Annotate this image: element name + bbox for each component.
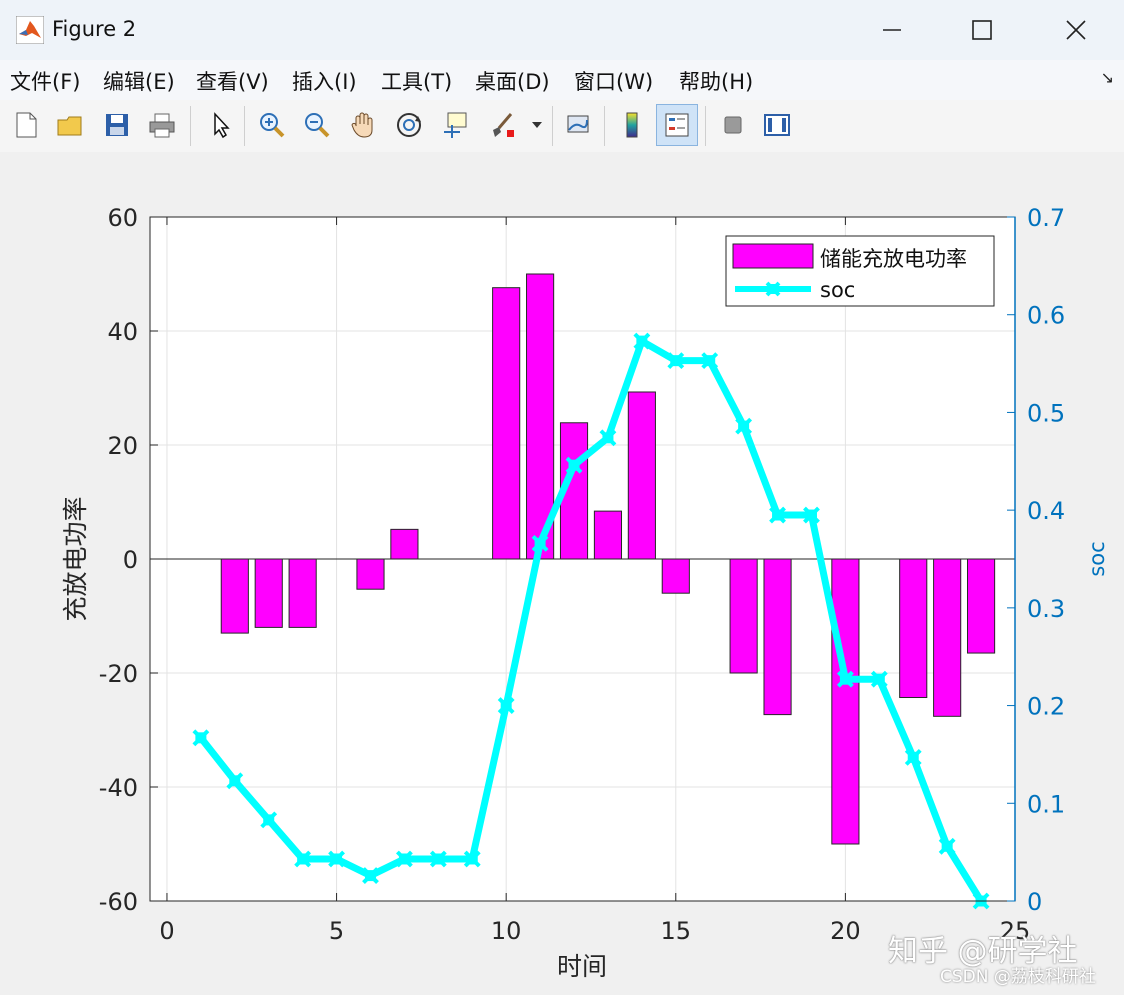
y-tick-right-label: 0 — [1027, 888, 1042, 916]
y-tick-right-label: 0.7 — [1027, 204, 1065, 232]
soc-point — [192, 729, 210, 747]
x-axis-label: 时间 — [557, 952, 607, 981]
bar — [288, 558, 317, 628]
marker-square — [398, 853, 410, 865]
bar — [729, 558, 758, 674]
marker-square — [738, 420, 750, 432]
marker-square — [195, 732, 207, 744]
legend[interactable]: 储能充放电功率 soc — [725, 235, 995, 307]
soc-point — [531, 534, 549, 552]
soc-point — [701, 352, 719, 370]
y-tick-right-label: 0.4 — [1027, 497, 1065, 525]
bar — [627, 391, 656, 560]
marker-square — [704, 355, 716, 367]
marker-square — [432, 853, 444, 865]
marker-square — [263, 814, 275, 826]
y-tick-left-label: -60 — [99, 888, 138, 916]
marker-square — [873, 673, 885, 685]
chart[interactable]: 0 5 10 15 20 25 -60-40-200204060 00.10.20.30.… — [0, 0, 1124, 995]
y-tick-right-label: 0.2 — [1027, 693, 1065, 721]
x-tick-label: 0 — [159, 917, 174, 945]
soc-point — [260, 811, 278, 829]
soc-point — [565, 456, 583, 474]
marker-square — [602, 432, 614, 444]
soc-point — [769, 506, 786, 524]
y-axis-left-label: 充放电功率 — [61, 496, 90, 621]
marker-square — [297, 853, 309, 865]
soc-point — [667, 352, 685, 370]
soc-point — [870, 670, 888, 688]
x-tick-label: 20 — [830, 917, 861, 945]
marker-square — [941, 840, 953, 852]
watermark-csdn: CSDN @荔枝科研社 — [940, 967, 1096, 987]
soc-point — [735, 417, 753, 435]
bar — [831, 558, 860, 845]
y-tick-left-label: -20 — [99, 660, 138, 688]
marker-square — [500, 700, 512, 712]
soc-point — [362, 867, 379, 885]
soc-point — [803, 506, 820, 524]
y-tick-right-label: 0.5 — [1027, 399, 1065, 427]
soc-point — [497, 697, 515, 714]
soc-point — [836, 670, 854, 688]
bar — [492, 287, 521, 560]
bar — [899, 558, 928, 699]
bar — [356, 558, 385, 590]
y-tick-left-label: 60 — [107, 204, 138, 232]
soc-point — [294, 850, 312, 868]
soc-point — [328, 850, 345, 868]
marker-square — [229, 775, 241, 787]
legend-bar-label: 储能充放电功率 — [820, 247, 967, 271]
soc-point — [429, 850, 447, 868]
soc-point — [226, 772, 244, 790]
x-tick-label: 10 — [491, 917, 522, 945]
bar — [933, 558, 962, 717]
bar — [661, 558, 690, 594]
y-tick-left-label: 0 — [123, 546, 138, 574]
marker-square — [839, 673, 851, 685]
bar — [254, 558, 283, 628]
soc-point — [463, 850, 481, 868]
bar — [390, 528, 419, 560]
y-tick-left-label: 40 — [107, 318, 138, 346]
marker-square — [636, 335, 648, 347]
legend-line-marker — [765, 281, 781, 297]
soc-point — [395, 850, 413, 868]
marker-square — [772, 509, 784, 521]
y-axis-left: -60 -40 -20 0 20 40 60 — [99, 204, 158, 916]
marker-square — [907, 751, 919, 763]
marker-square — [466, 853, 478, 865]
marker-square — [805, 509, 817, 521]
y-tick-right-label: 0.1 — [1027, 790, 1065, 818]
y-tick-left-label: -40 — [99, 774, 138, 802]
y-axis-right: 0 0.1 0.2 0.3 0.4 0.5 0.6 0.7 — [1007, 204, 1065, 916]
marker-square — [568, 459, 580, 471]
y-tick-right-label: 0.6 — [1027, 302, 1065, 330]
bar — [967, 558, 996, 654]
y-tick-right-label: 0.3 — [1027, 595, 1065, 623]
marker-square — [670, 355, 682, 367]
soc-point — [904, 748, 922, 766]
soc-point — [633, 332, 651, 350]
marker-square — [364, 870, 376, 882]
x-tick-label: 5 — [329, 917, 344, 945]
y-tick-left-label: 20 — [107, 432, 138, 460]
legend-bar-swatch — [732, 243, 814, 269]
x-tick-label: 15 — [661, 917, 692, 945]
marker-square — [534, 537, 546, 549]
marker-square — [331, 853, 343, 865]
legend-line-label: soc — [820, 278, 855, 302]
y-axis-right-label: soc — [1085, 541, 1109, 576]
soc-point — [938, 837, 956, 855]
bar — [593, 510, 623, 560]
bar — [220, 558, 249, 634]
soc-point — [599, 429, 617, 447]
bar — [763, 558, 792, 716]
